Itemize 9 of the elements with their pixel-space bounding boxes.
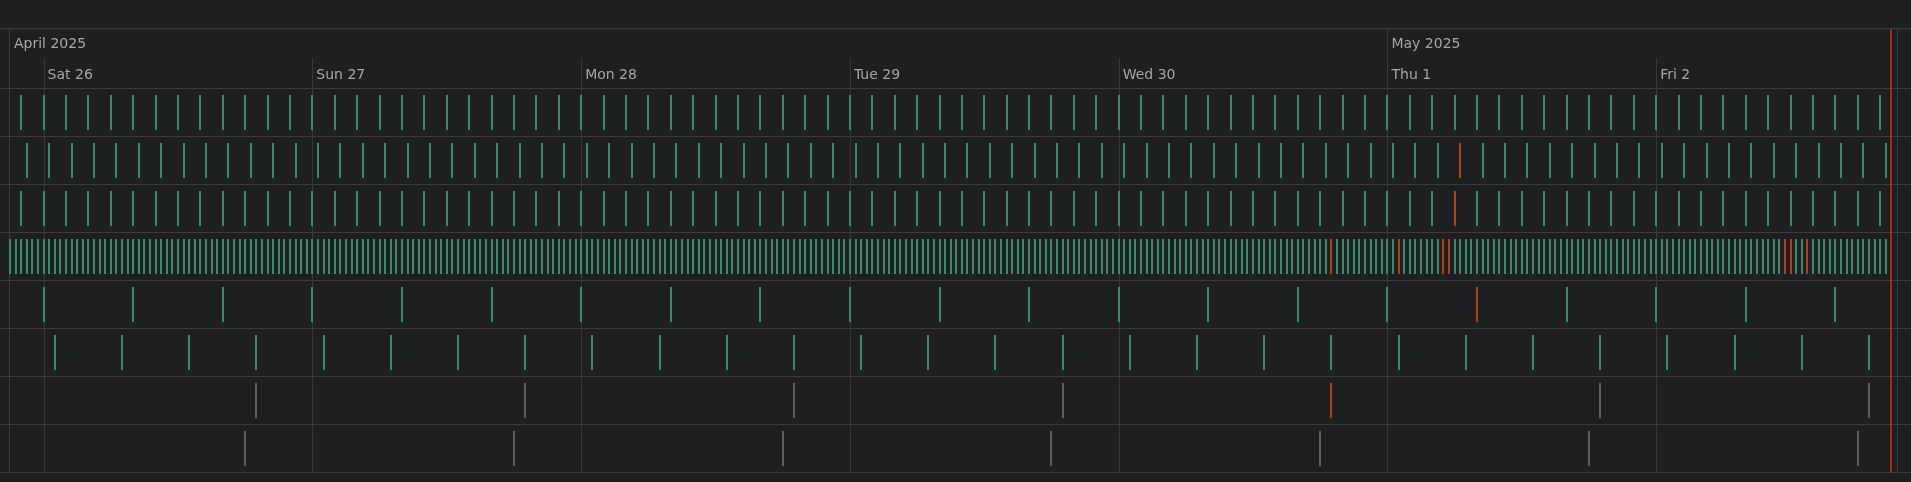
day-label: Sun 27 (315, 66, 366, 82)
day-label: Tue 29 (852, 66, 901, 82)
month-label: April 2025 (13, 35, 87, 51)
day-label: Mon 28 (584, 66, 637, 82)
day-label: Thu 1 (1390, 66, 1432, 82)
day-label: Sat 26 (46, 66, 93, 82)
day-label: Wed 30 (1121, 66, 1176, 82)
month-label: May 2025 (1390, 35, 1461, 51)
day-label: Fri 2 (1659, 66, 1691, 82)
